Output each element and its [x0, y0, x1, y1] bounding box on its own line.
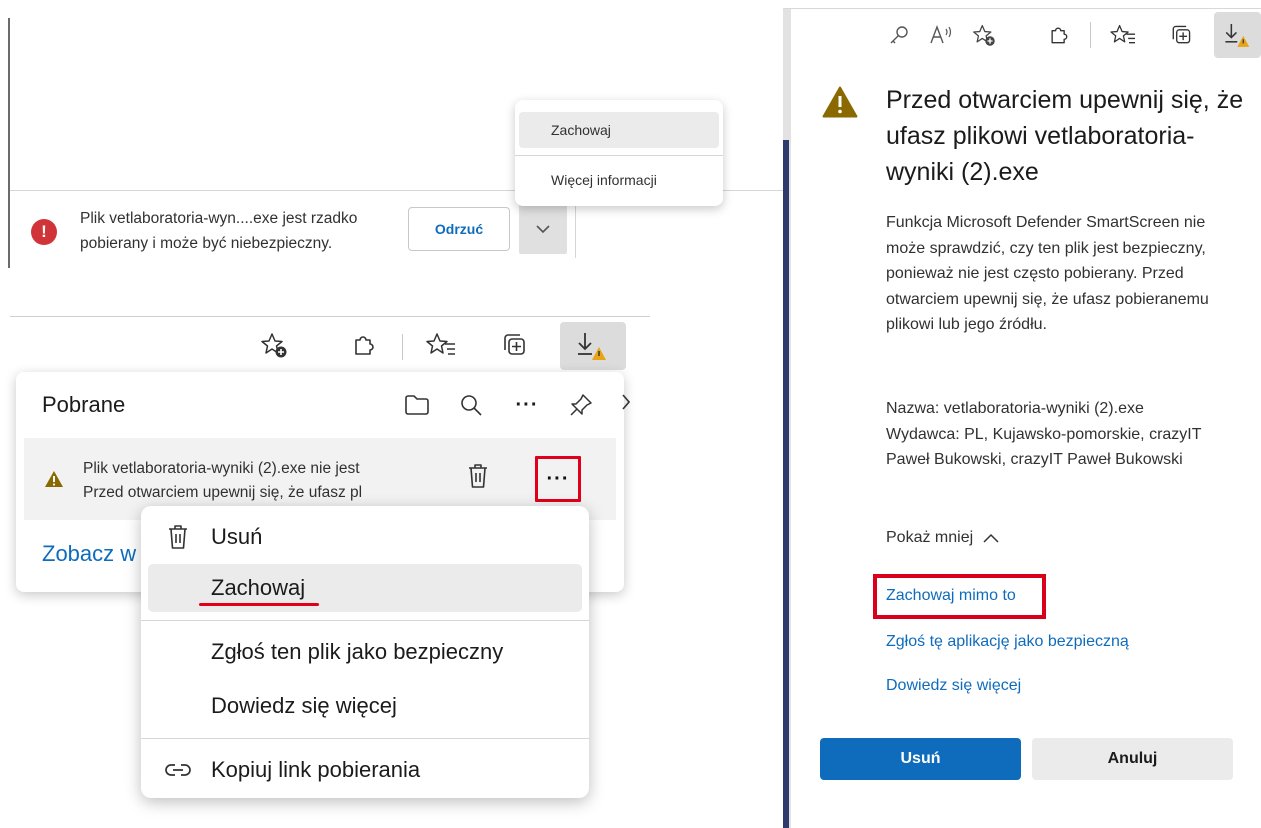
- message-line: pobierany i może być niebezpieczny.: [80, 235, 333, 252]
- keep-anyway-link[interactable]: Zachowaj mimo to: [886, 587, 1016, 605]
- downloads-button[interactable]: [560, 322, 626, 370]
- file-info: Nazwa: vetlaboratoria-wyniki (2).exe Wyd…: [886, 396, 1236, 473]
- learn-more-link[interactable]: Dowiedz się więcej: [886, 677, 1021, 695]
- see-more-link[interactable]: Zobacz w: [42, 541, 136, 567]
- report-safe-link[interactable]: Zgłoś tę aplikację jako bezpieczną: [886, 633, 1129, 651]
- download-options-menu: Zachowaj Więcej informacji: [515, 100, 723, 206]
- pin-icon[interactable]: [562, 386, 600, 424]
- more-options-button[interactable]: ···: [535, 456, 581, 502]
- menu-item-label: Zgłoś ten plik jako bezpieczny: [211, 639, 504, 664]
- more-icon[interactable]: ···: [508, 386, 546, 424]
- menu-separator: [141, 738, 589, 739]
- menu-item-copy-link[interactable]: Kopiuj link pobierania: [141, 747, 589, 793]
- message-line: Plik vetlaboratoria-wyn....exe jest rzad…: [80, 210, 358, 227]
- window-edge: [8, 18, 10, 268]
- download-item-line: Plik vetlaboratoria-wyniki (2).exe nie j…: [83, 460, 360, 477]
- download-warning-icon: [1222, 20, 1256, 50]
- key-icon[interactable]: [880, 16, 918, 54]
- trash-icon[interactable]: [459, 457, 497, 495]
- extensions-icon[interactable]: [1040, 16, 1078, 54]
- toolbar-separator: [402, 334, 403, 360]
- search-icon[interactable]: [452, 386, 490, 424]
- extensions-icon[interactable]: [345, 326, 383, 364]
- toolbar-separator: [1090, 22, 1091, 48]
- add-favorite-icon[interactable]: [255, 326, 293, 364]
- options-dropdown-button[interactable]: [519, 204, 567, 254]
- download-warning-icon: [574, 330, 614, 362]
- menu-separator: [515, 155, 723, 156]
- downloads-title: Pobrane: [42, 392, 126, 417]
- menu-item-keep[interactable]: Zachowaj: [519, 112, 719, 148]
- dialog-body: Funkcja Microsoft Defender SmartScreen n…: [886, 214, 1209, 333]
- file-name: Nazwa: vetlaboratoria-wyniki (2).exe: [886, 400, 1144, 417]
- warning-icon: [822, 86, 858, 118]
- discard-button[interactable]: Odrzuć: [408, 207, 510, 251]
- menu-separator: [141, 620, 589, 621]
- menu-item-label: Zachowaj: [211, 575, 306, 600]
- menu-item-label: Usuń: [211, 524, 263, 549]
- download-item-line: Przed otwarciem upewnij się, że ufasz pl: [83, 484, 363, 501]
- delete-button[interactable]: Usuń: [820, 738, 1021, 780]
- show-less-toggle[interactable]: Pokaż mniej: [886, 529, 999, 547]
- dialog-title: Przed otwarciem upewnij się, że ufasz pl…: [886, 86, 1244, 186]
- menu-item-delete[interactable]: Usuń: [141, 514, 589, 560]
- add-favorite-icon[interactable]: [965, 16, 1003, 54]
- downloads-button[interactable]: [1214, 12, 1261, 58]
- folder-icon[interactable]: [398, 386, 436, 424]
- download-warning-message: Plik vetlaboratoria-wyn....exe jest rzad…: [80, 206, 410, 256]
- favorites-icon[interactable]: [1104, 16, 1142, 54]
- error-icon: !: [31, 219, 57, 245]
- favorites-icon[interactable]: [422, 326, 460, 364]
- download-item-text: Plik vetlaboratoria-wyniki (2).exe nie j…: [83, 457, 453, 505]
- page-background-strip: [783, 140, 789, 828]
- link-icon: [163, 755, 193, 785]
- chevron-right-icon: [622, 394, 630, 410]
- read-aloud-icon[interactable]: [922, 16, 960, 54]
- warning-icon: [44, 470, 64, 488]
- toolbar-border: [783, 8, 1261, 9]
- annotation-underline: [199, 603, 319, 606]
- collections-icon[interactable]: [495, 326, 533, 364]
- menu-item-report-safe[interactable]: Zgłoś ten plik jako bezpieczny: [141, 629, 589, 675]
- file-publisher: Wydawca: PL, Kujawsko-pomorskie, crazyIT…: [886, 425, 1202, 469]
- chevron-down-icon: [536, 224, 550, 234]
- chevron-up-icon: [983, 533, 999, 543]
- text-fade: [410, 452, 455, 512]
- toolbar-border: [10, 316, 650, 317]
- context-menu: Usuń Zachowaj Zgłoś ten plik jako bezpie…: [141, 506, 589, 798]
- menu-item-label: Dowiedz się więcej: [211, 693, 397, 718]
- show-less-label: Pokaż mniej: [886, 529, 974, 546]
- menu-item-label: Kopiuj link pobierania: [211, 757, 421, 782]
- menu-item-more-info[interactable]: Więcej informacji: [519, 162, 719, 198]
- cancel-button[interactable]: Anuluj: [1032, 738, 1233, 780]
- collections-icon[interactable]: [1162, 16, 1200, 54]
- trash-icon: [163, 522, 193, 552]
- menu-item-learn-more[interactable]: Dowiedz się więcej: [141, 683, 589, 729]
